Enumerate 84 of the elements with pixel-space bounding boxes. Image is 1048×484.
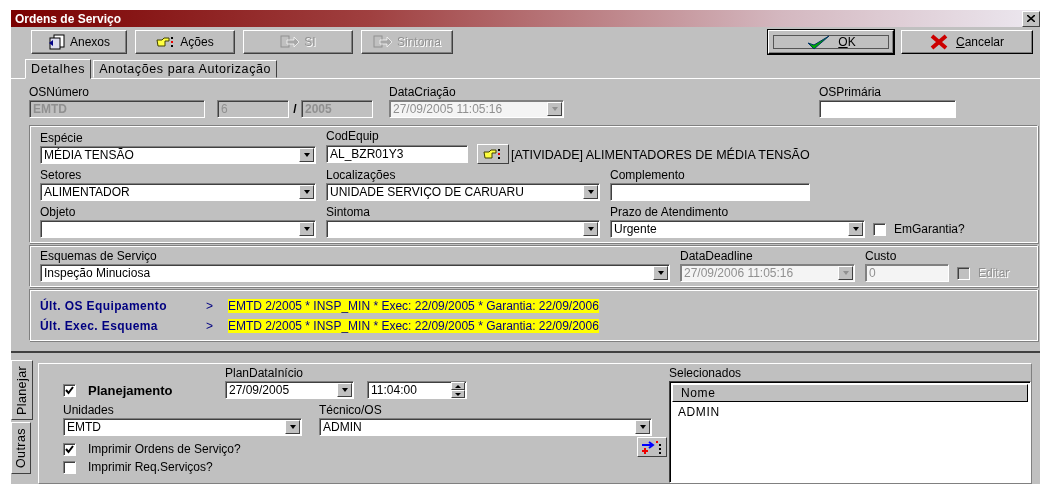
checkbox-label: Imprimir Ordens de Serviço? xyxy=(88,442,241,456)
dropdown-button[interactable] xyxy=(337,383,352,397)
history-value: EMTD 2/2005 * INSP_MIN * Exec: 22/09/2005 * Garantia: 22/09/2006 xyxy=(228,299,599,313)
arrow-text: > xyxy=(206,319,214,333)
field-label: Objeto xyxy=(40,205,77,220)
date-picker[interactable]: 27/09/2005 xyxy=(225,381,354,399)
window-title: Ordens de Serviço xyxy=(15,11,122,26)
documents-icon xyxy=(48,34,66,50)
field-label: OSPrimária xyxy=(819,85,882,100)
lookup-button[interactable] xyxy=(477,144,509,164)
dropdown[interactable] xyxy=(326,220,600,238)
close-button[interactable] xyxy=(1022,10,1040,27)
hand-icon xyxy=(483,148,503,160)
dropdown[interactable]: Inspeção Minuciosa xyxy=(40,264,670,282)
text-field[interactable] xyxy=(610,183,810,201)
dropdown-button[interactable] xyxy=(583,185,598,199)
dropdown-button xyxy=(547,102,562,116)
text-field[interactable] xyxy=(819,100,956,118)
field-label: Prazo de Atendimento xyxy=(610,205,730,220)
field-label: Custo xyxy=(865,249,898,264)
dropdown-button[interactable] xyxy=(299,222,314,236)
check-icon xyxy=(806,34,831,50)
field-label: Localizações xyxy=(326,168,397,183)
field-label: Técnico/OS xyxy=(319,403,383,418)
dropdown[interactable]: ADMIN xyxy=(319,418,652,436)
cancel-button[interactable]: Cancelar xyxy=(901,30,1033,54)
dropdown-button[interactable] xyxy=(653,266,668,280)
list-item[interactable]: ADMIN xyxy=(672,402,1028,419)
tab[interactable]: Anotações para Autorização xyxy=(93,60,278,78)
add-button[interactable] xyxy=(637,437,667,457)
history-label: Últ. OS Equipamento xyxy=(40,299,168,313)
toolbar-button[interactable]: Ações xyxy=(135,30,235,54)
dropdown[interactable]: Urgente xyxy=(610,220,865,238)
checkbox[interactable] xyxy=(873,222,886,236)
close-icon xyxy=(1027,15,1035,22)
dropdown-button[interactable] xyxy=(583,222,598,236)
dropdown[interactable]: ALIMENTADOR xyxy=(40,183,316,201)
x-icon xyxy=(930,34,948,50)
checkbox-label: EmGarantia? xyxy=(894,222,965,236)
dropdown-button xyxy=(838,266,853,280)
spin-button[interactable] xyxy=(451,382,465,398)
description-text: [ATIVIDADE] ALIMENTADORES DE MÉDIA TENSÃO xyxy=(511,146,810,164)
column-header[interactable]: Nome xyxy=(672,384,1028,402)
tab[interactable]: Outras xyxy=(11,422,31,474)
text-field[interactable]: AL_BZR01Y3 xyxy=(326,145,468,163)
checkbox-label: Editar xyxy=(978,266,1010,280)
time-field[interactable]: 11:04:00 xyxy=(367,381,467,399)
checkbox-label: Planejamento xyxy=(88,382,173,398)
dropdown-button[interactable] xyxy=(635,420,650,434)
history-value: EMTD 2/2005 * INSP_MIN * Exec: 22/09/2005 * Garantia: 22/09/2006 xyxy=(228,319,599,333)
field-label: Complemento xyxy=(610,168,686,183)
field-label: OSNúmero xyxy=(29,85,91,100)
dropdown[interactable]: EMTD xyxy=(63,418,302,436)
field-label: PlanDataInício xyxy=(225,366,305,381)
toolbar-button[interactable]: Anexos xyxy=(31,30,127,54)
field-label: DataCriação xyxy=(389,85,457,100)
dropdown-button[interactable] xyxy=(299,148,314,162)
checkbox[interactable] xyxy=(63,442,76,456)
field-label: Setores xyxy=(40,168,83,183)
field-label: CodEquip xyxy=(326,129,380,144)
field-label: Esquemas de Serviço xyxy=(40,249,158,264)
field-label: DataDeadline xyxy=(680,249,754,264)
dropdown-button[interactable] xyxy=(285,420,300,434)
field-label: Sintoma xyxy=(326,205,372,220)
arrow-plus-icon xyxy=(641,440,663,454)
arrow-text: > xyxy=(206,299,214,313)
field-label: Unidades xyxy=(63,403,115,418)
arrow-icon xyxy=(280,35,301,49)
tab[interactable]: Detalhes xyxy=(25,59,92,79)
arrow-icon xyxy=(373,35,393,49)
field-label: Selecionados xyxy=(669,366,743,381)
history-label: Últ. Exec. Esquema xyxy=(40,319,159,333)
dropdown[interactable]: MÉDIA TENSÃO xyxy=(40,146,316,164)
checkbox[interactable] xyxy=(63,460,76,474)
ok-button[interactable]: OK xyxy=(768,30,894,54)
checkbox[interactable] xyxy=(63,383,76,397)
dropdown[interactable] xyxy=(40,220,316,238)
field-label: Espécie xyxy=(40,131,84,146)
separator-text: / xyxy=(292,101,298,117)
dropdown-button[interactable] xyxy=(299,185,314,199)
checkbox-label: Imprimir Req.Serviços? xyxy=(88,460,213,474)
dropdown[interactable]: UNIDADE SERVIÇO DE CARUARU xyxy=(326,183,600,201)
dropdown-button[interactable] xyxy=(848,222,863,236)
tab[interactable]: Planejar xyxy=(11,360,33,420)
